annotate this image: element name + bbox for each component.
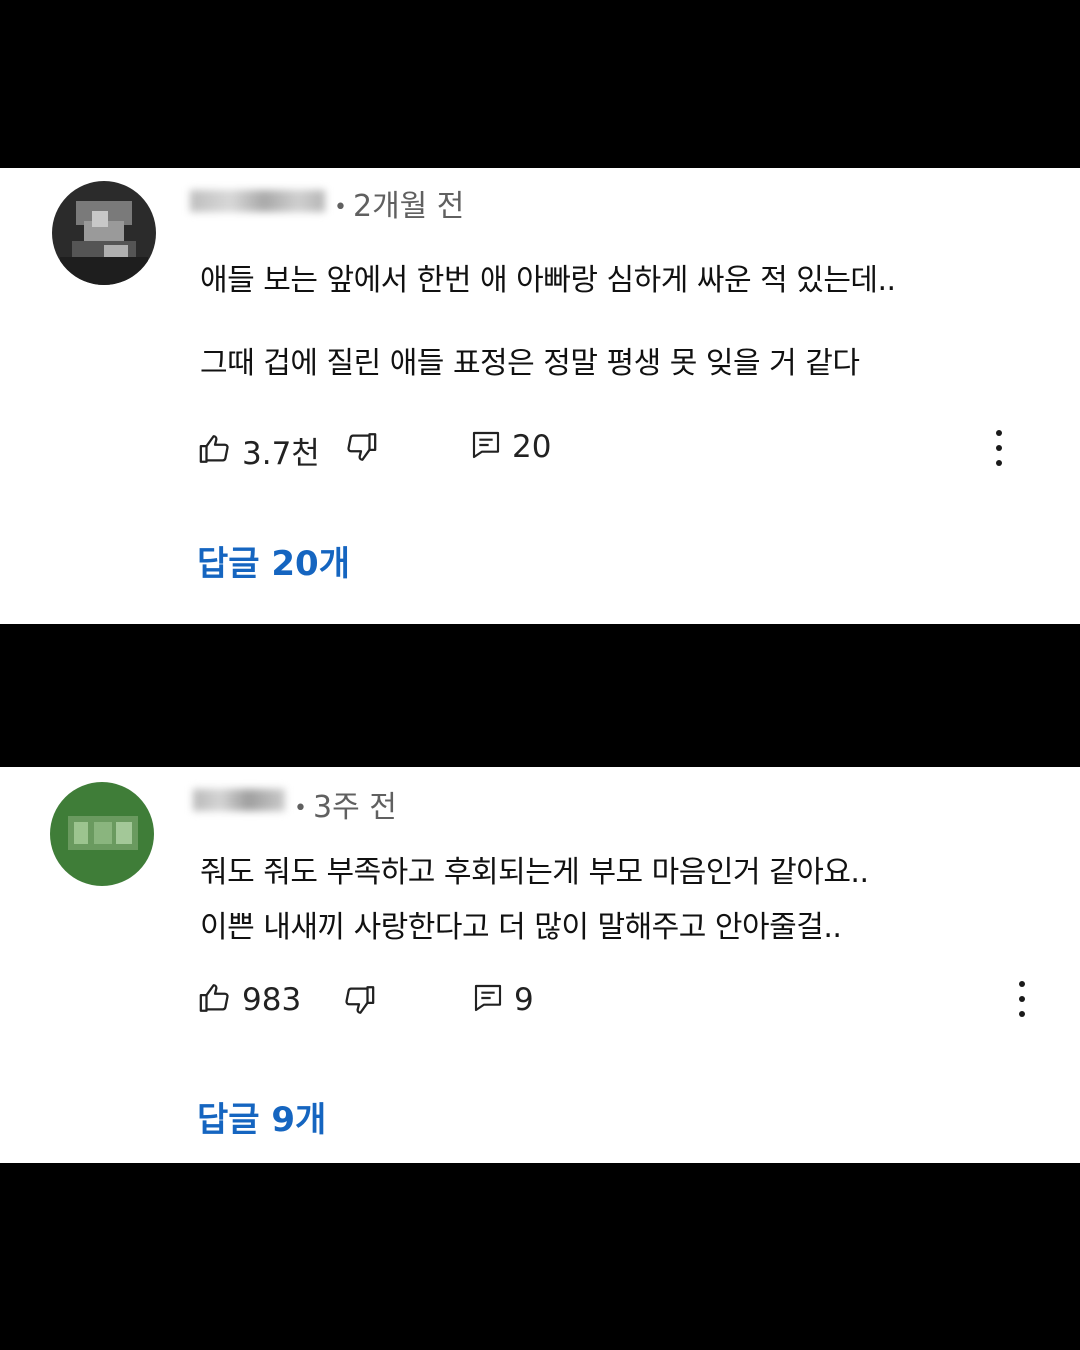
more-vert-icon (996, 430, 1002, 436)
like-button[interactable]: 3.7천 (198, 428, 320, 473)
more-options-button[interactable] (994, 430, 1004, 466)
like-button[interactable]: 983 (198, 981, 301, 1019)
username-blurred[interactable] (190, 190, 325, 212)
thumbs-down-icon (342, 983, 376, 1021)
comment-card: • 2개월 전 애들 보는 앞에서 한번 애 아빠랑 심하게 싸운 적 있는데..… (0, 168, 1080, 624)
dislike-button[interactable] (344, 430, 378, 468)
more-vert-icon (1019, 981, 1025, 987)
avatar[interactable] (52, 181, 156, 285)
thumbs-up-icon (198, 432, 232, 470)
comment-time: • 2개월 전 (334, 189, 465, 224)
like-count: 3.7천 (242, 436, 320, 472)
comment-text-line-1: 애들 보는 앞에서 한번 애 아빠랑 심하게 싸운 적 있는데.. (200, 263, 896, 298)
dislike-button[interactable] (342, 983, 376, 1021)
more-options-button[interactable] (1017, 981, 1027, 1017)
comment-text-line-1: 줘도 줘도 부족하고 후회되는게 부모 마음인거 같아요.. (200, 855, 869, 890)
comment-time: • 3주 전 (294, 790, 397, 825)
comment-icon (472, 981, 504, 1019)
username-blurred[interactable] (193, 789, 285, 811)
reply-count: 9 (514, 982, 534, 1018)
reply-button[interactable]: 20 (470, 428, 551, 466)
comment-card: • 3주 전 줘도 줘도 부족하고 후회되는게 부모 마음인거 같아요.. 이쁜 … (0, 767, 1080, 1163)
comment-text-line-2: 이쁜 내새끼 사랑한다고 더 많이 말해주고 안아줄걸.. (200, 910, 842, 945)
like-count: 983 (242, 982, 302, 1018)
reply-button[interactable]: 9 (472, 981, 534, 1019)
thumbs-up-icon (198, 981, 232, 1019)
reply-count: 20 (512, 429, 552, 465)
view-replies-link[interactable]: 답글 20개 (197, 536, 350, 585)
thumbs-down-icon (344, 430, 378, 468)
view-replies-link[interactable]: 답글 9개 (197, 1092, 326, 1141)
comment-icon (470, 428, 502, 466)
comment-text-line-2: 그때 겁에 질린 애들 표정은 정말 평생 못 잊을 거 같다 (200, 346, 860, 381)
avatar[interactable] (50, 782, 154, 886)
